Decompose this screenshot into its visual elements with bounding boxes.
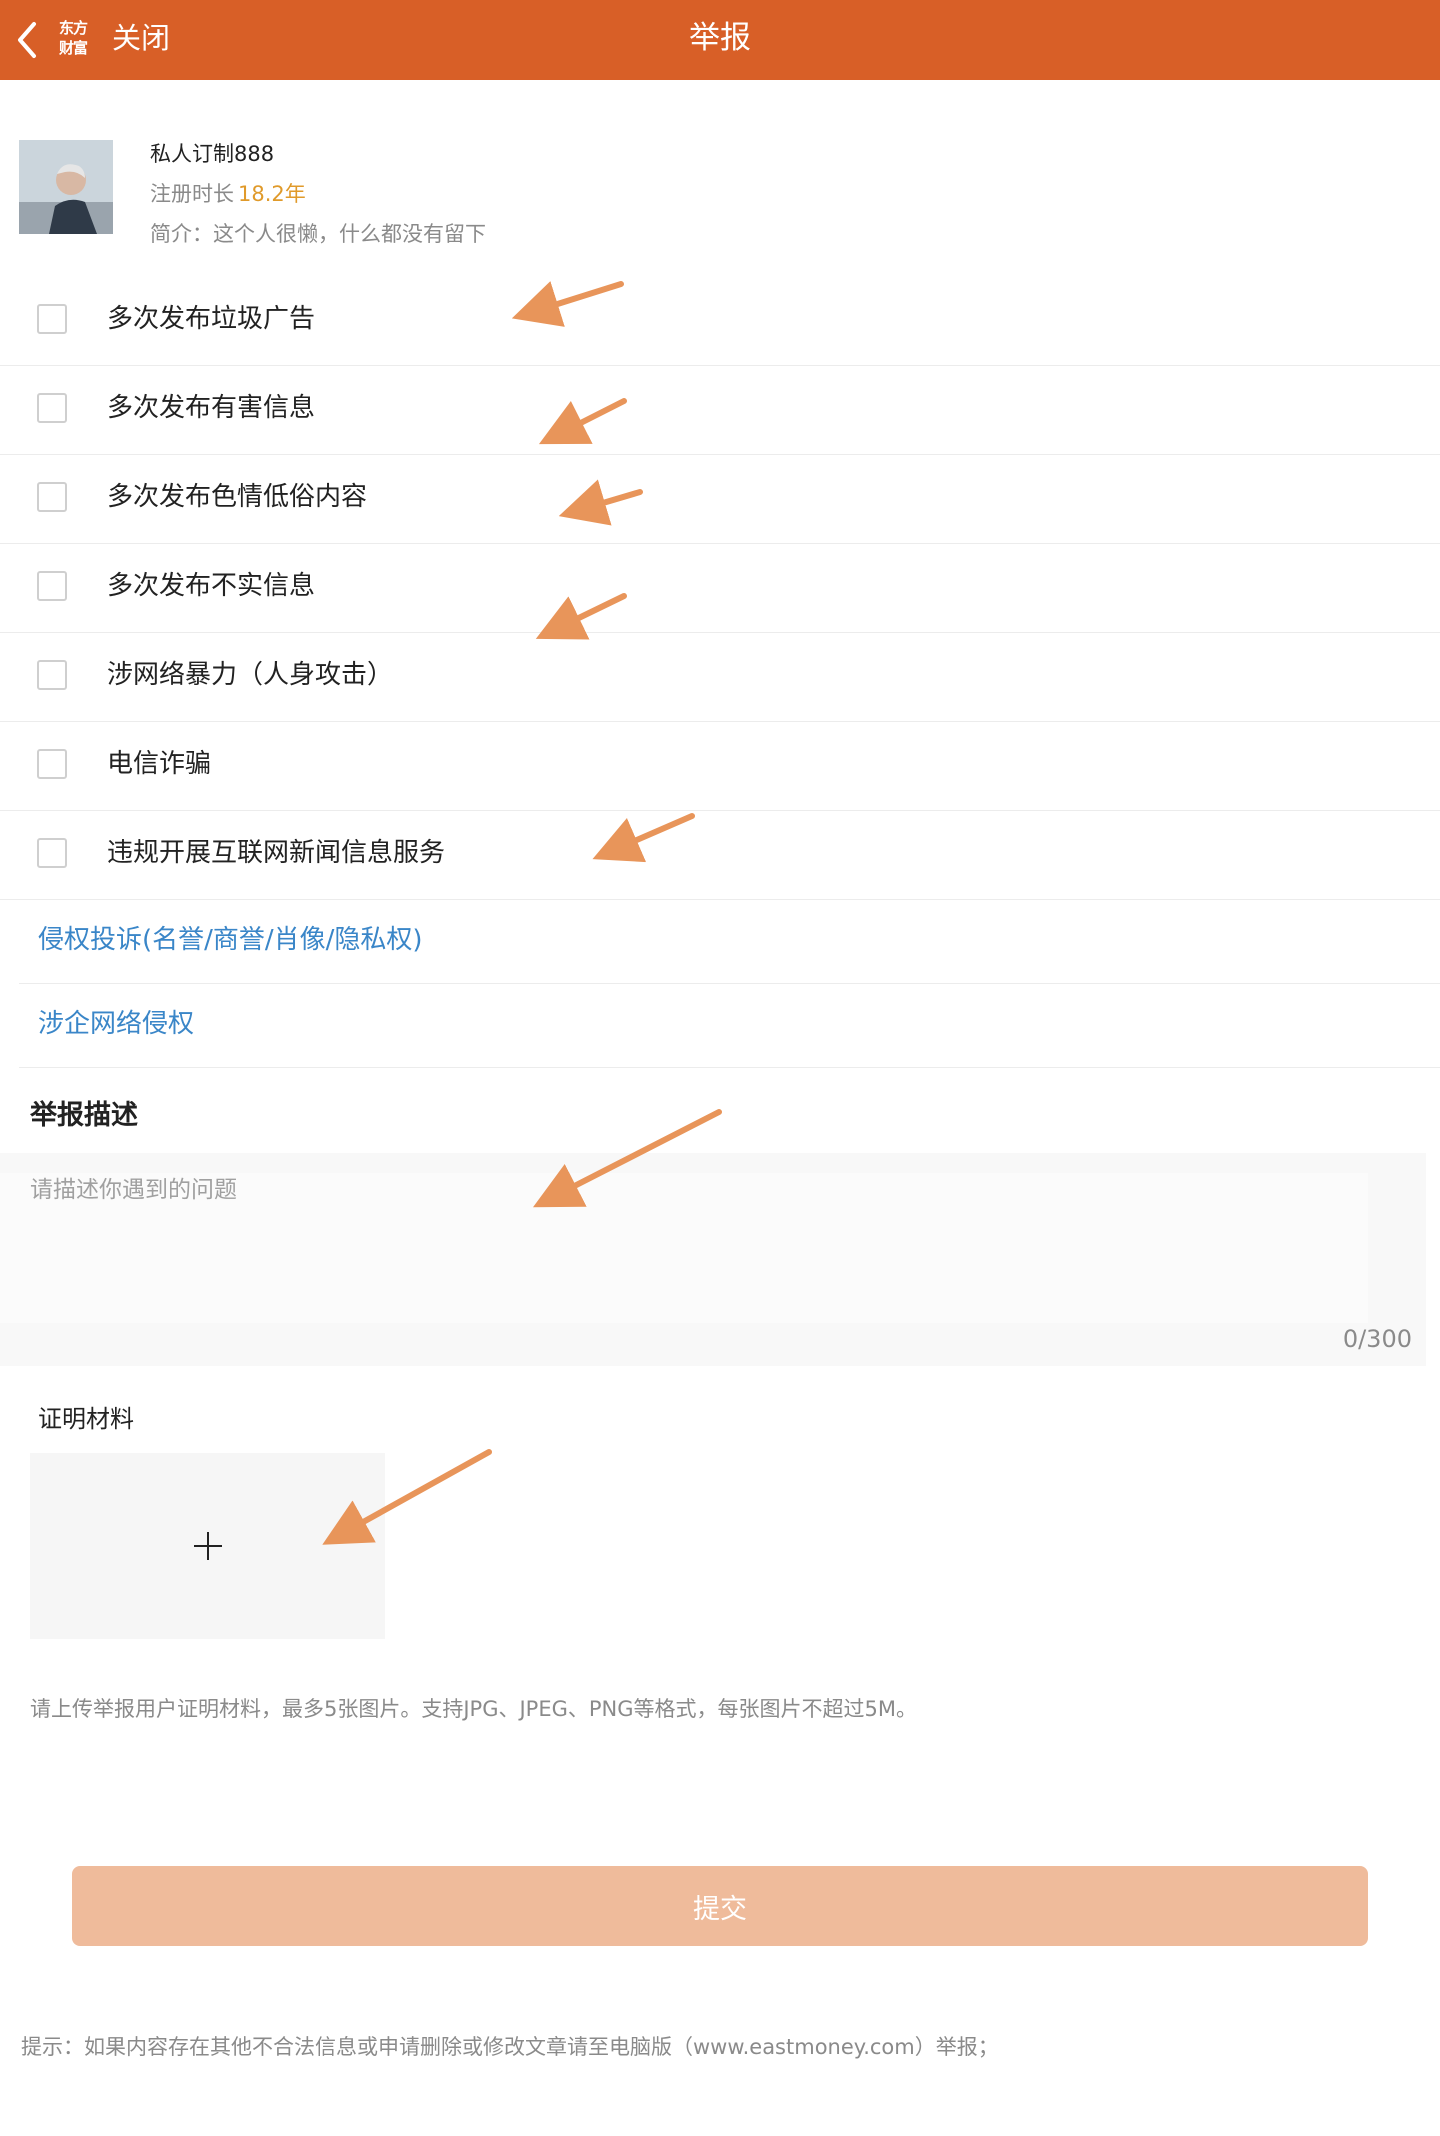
description-area: 0/300 <box>0 1153 1426 1366</box>
footer-tip: 提示：如果内容存在其他不合法信息或申请删除或修改文章请至电脑版（www.east… <box>21 2035 999 2059</box>
reason-option[interactable]: 涉网络暴力（人身攻击） <box>0 633 1440 722</box>
char-counter: 0/300 <box>1342 1325 1412 1353</box>
reason-label: 电信诈骗 <box>107 749 212 779</box>
checkbox[interactable] <box>37 571 67 601</box>
username: 私人订制888 <box>150 142 275 166</box>
reason-label: 多次发布色情低俗内容 <box>107 482 368 512</box>
upload-hint: 请上传举报用户证明材料，最多5张图片。支持JPG、JPEG、PNG等格式，每张图… <box>30 1697 918 1721</box>
reason-label: 违规开展互联网新闻信息服务 <box>107 838 446 868</box>
reason-label: 涉网络暴力（人身攻击） <box>107 660 394 690</box>
reason-label: 多次发布不实信息 <box>107 571 316 601</box>
registration-duration: 注册时长 18.2年 <box>150 182 306 206</box>
proof-title: 证明材料 <box>38 1405 134 1433</box>
checkbox[interactable] <box>37 393 67 423</box>
page-title: 举报 <box>689 20 751 56</box>
reason-option[interactable]: 多次发布色情低俗内容 <box>0 455 1440 544</box>
description-input[interactable] <box>0 1173 1368 1323</box>
checkbox[interactable] <box>37 660 67 690</box>
reported-user-card: 私人订制888 注册时长 18.2年 简介：这个人很懒，什么都没有留下 <box>19 138 1419 258</box>
registration-years: 18.2年 <box>238 182 306 206</box>
report-reason-list: 多次发布垃圾广告 多次发布有害信息 多次发布色情低俗内容 多次发布不实信息 涉网… <box>0 277 1440 900</box>
submit-button[interactable]: 提交 <box>72 1866 1368 1946</box>
checkbox[interactable] <box>37 482 67 512</box>
infringement-complaint-row[interactable]: 侵权投诉(名誉/商誉/肖像/隐私权) <box>19 900 1440 984</box>
enterprise-infringement-link[interactable]: 涉企网络侵权 <box>38 1006 194 1042</box>
enterprise-infringement-row[interactable]: 涉企网络侵权 <box>19 984 1440 1068</box>
upload-image-button[interactable] <box>30 1453 385 1639</box>
top-bar: 东方 财富 关闭 举报 <box>0 0 1440 80</box>
reason-label: 多次发布垃圾广告 <box>107 304 316 334</box>
reason-option[interactable]: 电信诈骗 <box>0 722 1440 811</box>
reason-option[interactable]: 多次发布垃圾广告 <box>0 277 1440 366</box>
checkbox[interactable] <box>37 749 67 779</box>
checkbox[interactable] <box>37 838 67 868</box>
reason-option[interactable]: 违规开展互联网新闻信息服务 <box>0 811 1440 900</box>
reason-option[interactable]: 多次发布有害信息 <box>0 366 1440 455</box>
infringement-complaint-link[interactable]: 侵权投诉(名誉/商誉/肖像/隐私权) <box>38 922 423 958</box>
plus-icon <box>194 1532 222 1560</box>
avatar <box>19 140 113 234</box>
reason-label: 多次发布有害信息 <box>107 393 316 423</box>
reason-option[interactable]: 多次发布不实信息 <box>0 544 1440 633</box>
checkbox[interactable] <box>37 304 67 334</box>
description-title: 举报描述 <box>30 1100 138 1131</box>
user-bio: 简介：这个人很懒，什么都没有留下 <box>150 222 486 246</box>
